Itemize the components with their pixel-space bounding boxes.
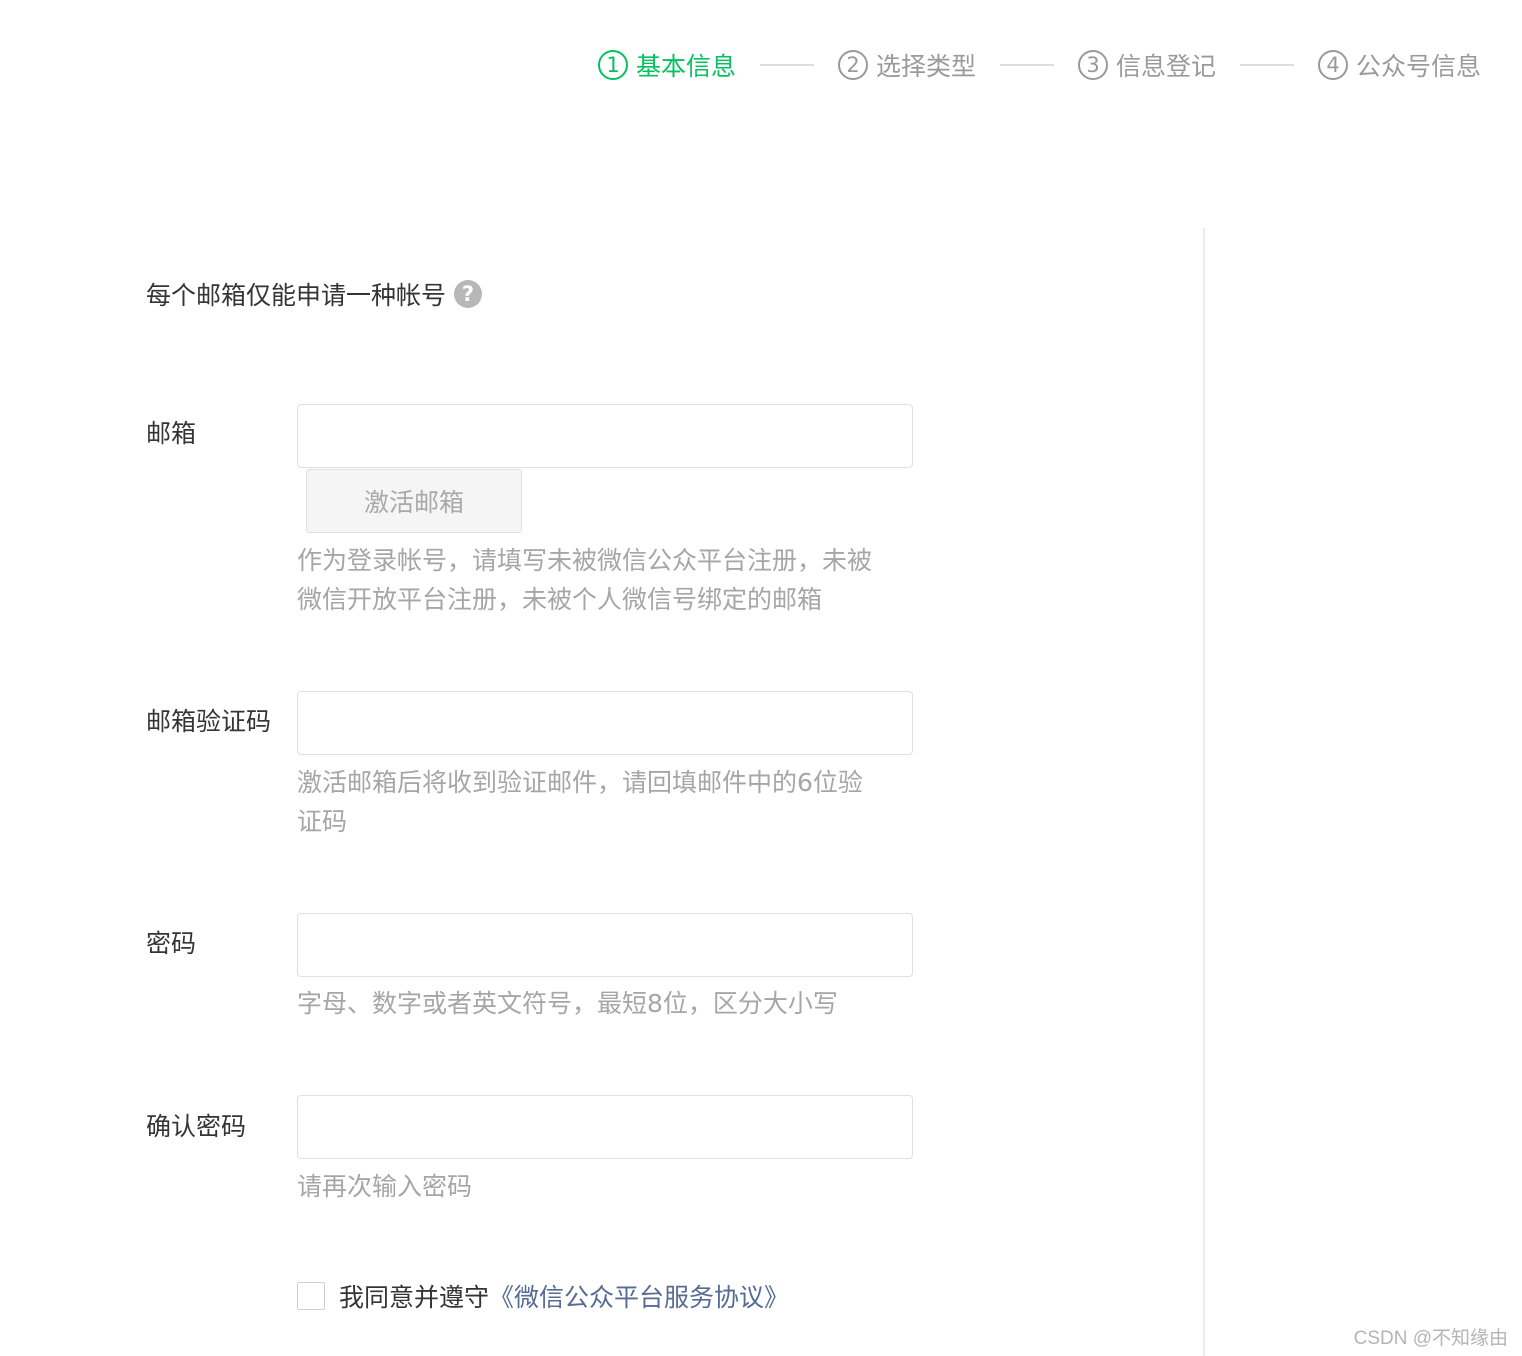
watermark: CSDN @不知缘由: [1353, 1328, 1508, 1349]
activate-email-button[interactable]: 激活邮箱: [306, 469, 522, 533]
vertical-divider: [1203, 228, 1205, 1356]
step-basic-info: 1 基本信息: [598, 47, 736, 83]
verify-code-hint: 激活邮箱后将收到验证邮件，请回填邮件中的6位验证码: [297, 768, 863, 836]
confirm-password-input[interactable]: [297, 1095, 913, 1159]
registration-stepper: 1 基本信息 2 选择类型 3 信息登记 4 公众号信息: [598, 42, 1481, 88]
step-account-info: 4 公众号信息: [1318, 47, 1481, 83]
step-number-4: 4: [1318, 50, 1349, 80]
password-label: 密码: [146, 929, 197, 958]
step-separator: [1240, 64, 1295, 66]
step-number-1: 1: [598, 50, 628, 80]
service-agreement-link[interactable]: 《微信公众平台服务协议》: [489, 1278, 789, 1314]
step-info-register: 3 信息登记: [1078, 47, 1216, 83]
agreement-row: 我同意并遵守 《微信公众平台服务协议》: [297, 1278, 789, 1314]
step-label-4: 公众号信息: [1356, 52, 1482, 81]
step-select-type: 2 选择类型: [838, 47, 976, 83]
email-label: 邮箱: [146, 419, 197, 448]
step-number-2: 2: [838, 50, 869, 80]
account-notice: 每个邮箱仅能申请一种帐号 ?: [146, 276, 483, 312]
confirm-password-hint: 请再次输入密码: [297, 1172, 473, 1201]
email-hint: 作为登录帐号，请填写未被微信公众平台注册，未被微信开放平台注册，未被个人微信号绑…: [297, 546, 873, 614]
email-input[interactable]: [297, 404, 913, 468]
notice-text: 每个邮箱仅能申请一种帐号: [146, 281, 447, 310]
password-hint: 字母、数字或者英文符号，最短8位，区分大小写: [297, 989, 838, 1018]
agreement-text: 我同意并遵守: [339, 1283, 490, 1312]
step-label-3: 信息登记: [1116, 52, 1217, 81]
step-number-3: 3: [1078, 50, 1109, 80]
confirm-password-label: 确认密码: [146, 1112, 247, 1141]
agreement-checkbox[interactable]: [297, 1282, 325, 1310]
step-label-2: 选择类型: [876, 52, 977, 81]
password-input[interactable]: [297, 913, 913, 977]
step-separator: [1000, 64, 1055, 66]
step-label-1: 基本信息: [636, 52, 737, 81]
verify-code-input[interactable]: [297, 691, 913, 755]
verify-code-label: 邮箱验证码: [146, 707, 272, 736]
step-separator: [760, 64, 815, 66]
help-icon[interactable]: ?: [454, 280, 483, 308]
